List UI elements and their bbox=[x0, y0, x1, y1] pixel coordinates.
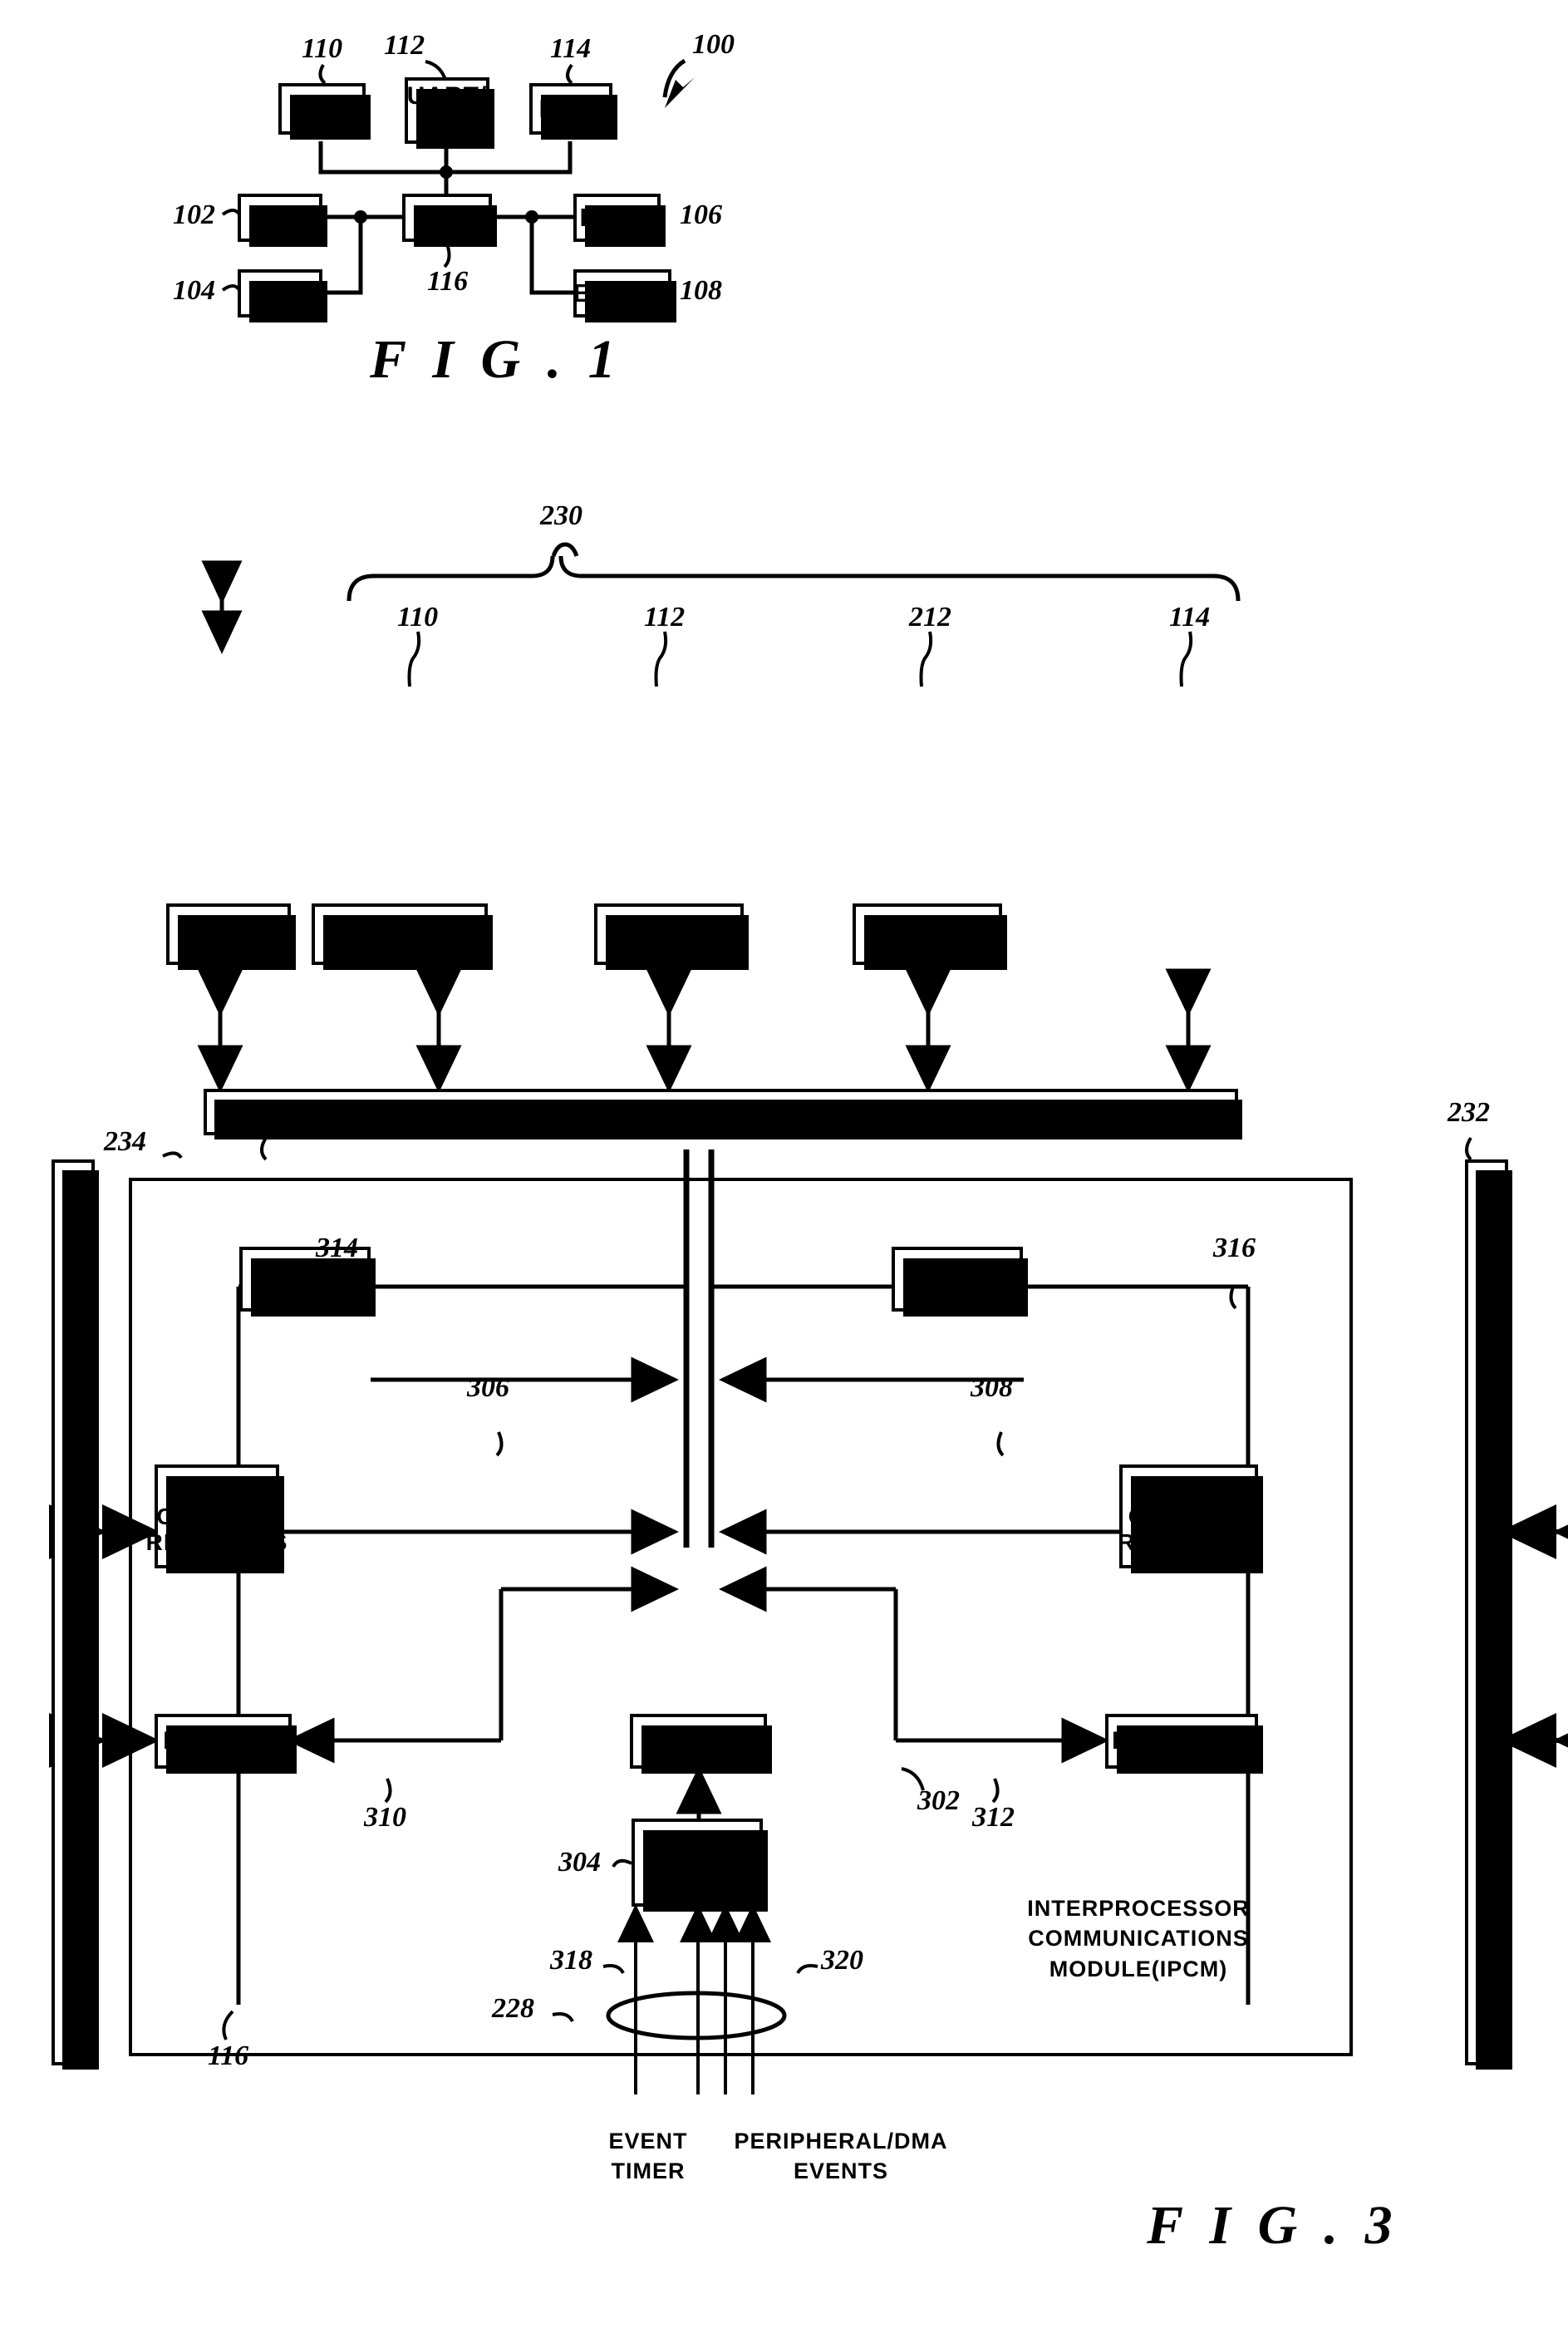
fig3-ref-308: 308 bbox=[971, 1372, 1013, 1403]
fig3-block-dsp-control-registers: DSP CONTROL REGISTERS bbox=[146, 1464, 287, 1573]
fig1-block-ram: RAM bbox=[238, 269, 327, 322]
fig3-ref-112: 112 bbox=[644, 602, 686, 633]
fig1-block-dsp: DSP bbox=[238, 194, 327, 247]
fig3-ref-306: 306 bbox=[467, 1372, 509, 1403]
fig3-ref-318: 318 bbox=[550, 1945, 592, 1976]
fig3-data-bus-t: DATA BUS T bbox=[204, 1089, 1242, 1140]
fig1-block-edram: EDRAM bbox=[573, 269, 676, 322]
fig3-ref-232: 232 bbox=[1448, 1097, 1490, 1128]
fig1-ref-106: 106 bbox=[680, 199, 722, 230]
fig1-block-host: HOST bbox=[573, 194, 666, 247]
fig3-ref-116: 116 bbox=[208, 2040, 249, 2071]
fig3-peripheral-dma-events-label: PERIPHERAL/DMA EVENTS bbox=[734, 2129, 948, 2184]
fig3-block-ssi: SSI bbox=[594, 903, 749, 970]
fig3-block-host-control-registers: HOST CONTROL REGISTERS bbox=[1118, 1464, 1263, 1573]
fig1-ref-102: 102 bbox=[173, 199, 215, 230]
fig3-ref-230: 230 bbox=[540, 500, 582, 531]
fig1-ref-108: 108 bbox=[680, 275, 722, 306]
fig3-host-bus-t: HOST BUS T bbox=[1465, 1159, 1512, 2070]
fig3-ref-226: 226 bbox=[243, 1097, 285, 1128]
fig3-block-mmc: MMC bbox=[853, 903, 1007, 970]
fig3-block-rom: ROM bbox=[892, 1247, 1028, 1317]
fig3-ref-304: 304 bbox=[558, 1847, 601, 1878]
fig3-block-host-dma: HOST DMA bbox=[1105, 1714, 1263, 1774]
fig3-ref-310: 310 bbox=[364, 1802, 406, 1833]
fig1-block-usb: USB bbox=[278, 83, 371, 140]
fig3-dsp-bus-d: DSP BUS D bbox=[52, 1159, 99, 2070]
fig1-ref-104: 104 bbox=[173, 275, 215, 306]
fig3-ref-314: 314 bbox=[316, 1233, 358, 1263]
fig3-ref-234: 234 bbox=[104, 1126, 146, 1157]
dsp-bus-d-label: DSP BUS D bbox=[60, 1546, 86, 1679]
fig3-block-usb: USB bbox=[166, 903, 296, 970]
fig3-caption: F I G . 3 bbox=[1147, 2195, 1399, 2256]
fig3-block-irda-uart: IRDA/UART bbox=[312, 903, 493, 970]
fig3-block-event-detect: EVENT DETECT bbox=[632, 1819, 768, 1912]
fig3-ref-228: 228 bbox=[492, 1993, 534, 2024]
fig1-ref-116: 116 bbox=[427, 266, 469, 297]
fig3-ref-114: 114 bbox=[1169, 602, 1211, 633]
fig3-ipcm-caption: INTERPROCESSOR COMMUNICATIONS MODULE(IPC… bbox=[1027, 1896, 1250, 1981]
fig3-event-timer-label: EVENT TIMER bbox=[608, 2129, 688, 2184]
fig3-ref-302: 302 bbox=[917, 1785, 960, 1816]
fig3-ref-312: 312 bbox=[972, 1802, 1015, 1833]
fig3-ref-316: 316 bbox=[1213, 1233, 1256, 1263]
fig3-ref-212: 212 bbox=[909, 602, 951, 633]
fig1-caption: F I G . 1 bbox=[370, 329, 622, 390]
fig3-block-risc: RISC bbox=[630, 1714, 772, 1774]
fig1-ref-110: 110 bbox=[302, 33, 343, 64]
fig3-ref-320: 320 bbox=[821, 1945, 863, 1976]
fig1-block-mmc: MMC bbox=[529, 83, 617, 140]
fig1-ref-100: 100 bbox=[692, 29, 735, 60]
fig1-ref-112: 112 bbox=[384, 30, 425, 61]
fig1-block-ipcm: IPCM bbox=[402, 194, 497, 247]
fig1-ref-114: 114 bbox=[550, 33, 592, 64]
host-bus-t-label: HOST BUS T bbox=[1473, 1538, 1499, 1686]
fig1-block-uart-irda: UART/ IRDA bbox=[405, 77, 494, 149]
patent-drawing-sheet: USB UART/ IRDA MMC DSP IPCM HOST RAM EDR… bbox=[0, 0, 1568, 2343]
fig3-ref-110: 110 bbox=[397, 602, 439, 633]
fig3-block-dsp-dma: DSP DMA bbox=[155, 1714, 297, 1774]
